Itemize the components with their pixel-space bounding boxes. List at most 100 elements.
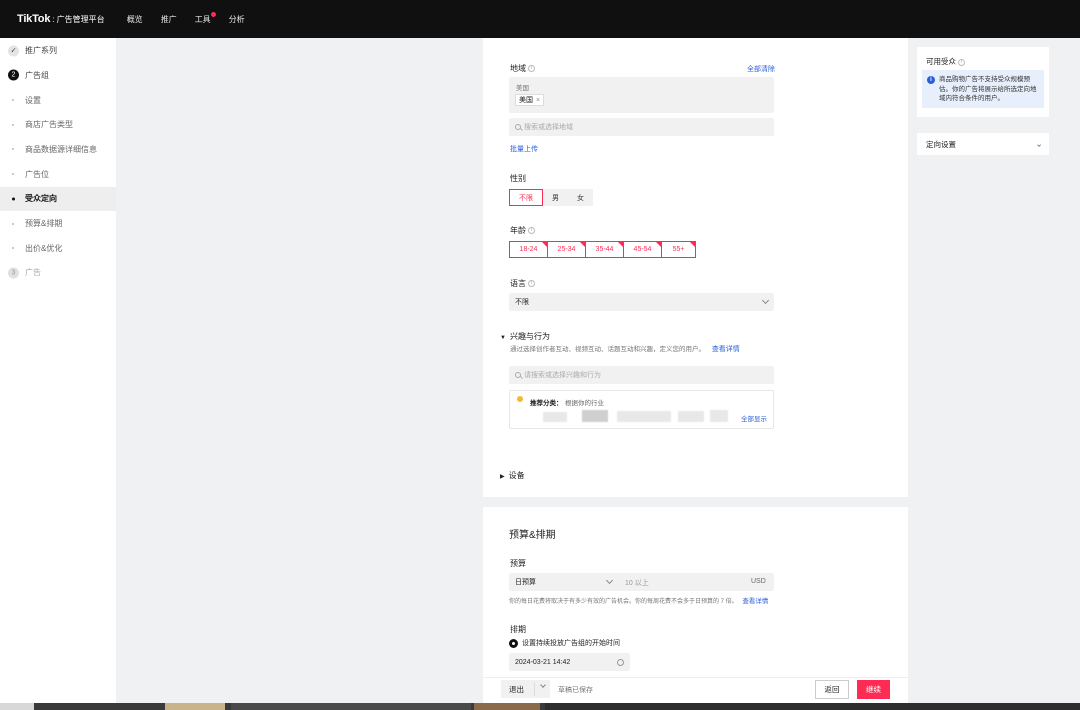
tiktok-logo[interactable]: TikTok : 广告管理平台 bbox=[17, 13, 105, 25]
sidebar-item-label: 设置 bbox=[25, 95, 41, 105]
start-time-picker[interactable]: 2024-03-21 14:42 bbox=[509, 653, 630, 671]
strip-segment bbox=[0, 703, 34, 710]
sidebar-item-bidding[interactable]: 出价&优化 bbox=[0, 236, 116, 261]
show-all-link[interactable]: 全部显示 bbox=[741, 413, 767, 423]
device-title: 设备 bbox=[508, 471, 525, 480]
age-selector: 18-24 25-34 35-44 45-54 55+ bbox=[509, 241, 696, 258]
device-section-toggle[interactable]: ▶ 设备 bbox=[500, 470, 525, 481]
sidebar-item-budget[interactable]: 预算&排期 bbox=[0, 211, 116, 236]
sidebar-item-ad-group[interactable]: 2 广告组 bbox=[0, 63, 116, 88]
info-icon[interactable]: i bbox=[958, 58, 965, 66]
schedule-option-label: 设置持续投放广告组的开始时间 bbox=[522, 640, 620, 647]
blurred-category[interactable] bbox=[678, 411, 704, 422]
back-button[interactable]: 返回 bbox=[815, 680, 849, 699]
interest-search-input[interactable]: 请搜索或选择兴趣和行为 bbox=[509, 366, 774, 384]
logo-text: TikTok bbox=[17, 13, 51, 25]
sidebar-item-label: 出价&优化 bbox=[25, 243, 63, 253]
selected-locations-box: 美国 美国 × bbox=[509, 77, 774, 113]
age-option-35-44[interactable]: 35-44 bbox=[585, 241, 624, 258]
clear-all-link[interactable]: 全部清除 bbox=[747, 64, 775, 74]
sidebar-item-settings[interactable]: 设置 bbox=[0, 88, 116, 113]
budget-section-title: 预算&排期 bbox=[509, 530, 556, 541]
location-search-input[interactable]: 搜索或选择地域 bbox=[509, 118, 774, 136]
dot-icon bbox=[12, 123, 14, 126]
sidebar-item-shop-ad-type[interactable]: 商店广告类型 bbox=[0, 112, 116, 137]
bulk-upload-link[interactable]: 批量上传 bbox=[510, 144, 538, 154]
draft-saved-status: 草稿已保存 bbox=[558, 687, 593, 694]
location-search-placeholder: 搜索或选择地域 bbox=[524, 124, 573, 131]
dot-icon bbox=[12, 247, 14, 250]
age-option-45-54[interactable]: 45-54 bbox=[623, 241, 662, 258]
button-divider bbox=[534, 682, 535, 696]
remove-tag-icon[interactable]: × bbox=[536, 97, 540, 104]
continue-button[interactable]: 继续 bbox=[857, 680, 890, 699]
nav-tools[interactable]: 工具 bbox=[195, 11, 216, 25]
strip-segment bbox=[165, 703, 225, 710]
blurred-category[interactable] bbox=[710, 410, 728, 422]
chevron-down-icon bbox=[605, 576, 614, 585]
nav-promote[interactable]: 推广 bbox=[161, 14, 177, 25]
location-label: 地域 i bbox=[510, 63, 535, 74]
dot-icon bbox=[12, 197, 15, 201]
interest-search-placeholder: 请搜索或选择兴趣和行为 bbox=[524, 372, 601, 379]
age-option-55-plus[interactable]: 55+ bbox=[661, 241, 696, 258]
schedule-radio-option[interactable]: 设置持续投放广告组的开始时间 bbox=[509, 638, 620, 648]
budget-amount-input[interactable]: 10 以上 bbox=[625, 578, 649, 588]
double-chevron-down-icon: ›› bbox=[1034, 143, 1044, 145]
info-icon[interactable]: i bbox=[528, 227, 535, 235]
budget-type-select[interactable]: 日预算 bbox=[509, 573, 618, 591]
interest-section-toggle[interactable]: ▼ 兴趣与行为 bbox=[500, 331, 550, 342]
exit-button[interactable]: 退出 bbox=[501, 680, 550, 698]
sidebar-item-label: 广告组 bbox=[25, 70, 49, 80]
budget-input-group: 日预算 10 以上 USD bbox=[509, 573, 774, 591]
language-label-text: 语言 bbox=[510, 279, 526, 288]
gender-option-female[interactable]: 女 bbox=[568, 189, 593, 206]
action-footer: 退出 草稿已保存 返回 继续 bbox=[483, 677, 908, 703]
interest-description: 通过选择创作者互动、视频互动、话题互动和兴趣，定义您的用户。 查看详情 bbox=[510, 343, 740, 354]
sidebar-item-product-source[interactable]: 商品数据源详细信息 bbox=[0, 137, 116, 162]
interest-details-link[interactable]: 查看详情 bbox=[712, 346, 740, 353]
logo-subtitle: : 广告管理平台 bbox=[52, 15, 105, 24]
location-group-label: 美国 bbox=[516, 85, 529, 92]
nav-overview[interactable]: 概览 bbox=[127, 14, 143, 25]
sidebar-item-placement[interactable]: 广告位 bbox=[0, 162, 116, 187]
age-option-18-24[interactable]: 18-24 bbox=[509, 241, 548, 258]
clock-icon bbox=[617, 658, 624, 666]
language-select-value: 不限 bbox=[515, 299, 529, 306]
gender-option-any[interactable]: 不限 bbox=[509, 189, 543, 206]
info-icon[interactable]: i bbox=[528, 65, 535, 73]
sidebar-item-label: 商品数据源详细信息 bbox=[25, 144, 97, 154]
gender-option-male[interactable]: 男 bbox=[543, 189, 568, 206]
chevron-down-icon bbox=[761, 296, 770, 305]
sidebar-item-targeting[interactable]: 受众定向 bbox=[0, 186, 116, 212]
audience-note-text: 商品购物广告不支持受众规模预估。你的广告将展示给所选定向地域内符合条件的用户。 bbox=[939, 76, 1037, 102]
main-nav: 概览 推广 工具 分析 bbox=[127, 11, 263, 25]
recommend-subtitle: 根据你的行业 bbox=[565, 400, 604, 407]
budget-details-link[interactable]: 查看详情 bbox=[742, 598, 768, 605]
budget-label: 预算 bbox=[510, 559, 526, 568]
check-icon: ✓ bbox=[8, 45, 19, 57]
budget-note-text: 你的每日花费将取决于有多少有效的广告机会。你的每周花费不会多于日预算的 7 倍。 bbox=[509, 599, 738, 605]
age-label: 年龄 i bbox=[510, 225, 535, 236]
language-select[interactable]: 不限 bbox=[509, 293, 774, 311]
sidebar-item-label: 预算&排期 bbox=[25, 219, 63, 229]
targeting-settings-label: 定向设置 bbox=[926, 139, 956, 149]
interest-description-text: 通过选择创作者互动、视频互动、话题互动和兴趣，定义您的用户。 bbox=[510, 346, 705, 353]
dot-icon bbox=[12, 173, 14, 176]
sidebar-item-campaign[interactable]: ✓ 推广系列 bbox=[0, 38, 116, 63]
chevron-down-icon[interactable] bbox=[540, 682, 546, 688]
blurred-category[interactable] bbox=[543, 412, 567, 422]
radio-selected-icon bbox=[509, 638, 518, 648]
bottom-image-strip bbox=[0, 703, 1080, 710]
blurred-category[interactable] bbox=[582, 410, 608, 422]
info-icon[interactable]: i bbox=[528, 280, 535, 288]
step-number-icon: 2 bbox=[8, 69, 19, 81]
age-option-25-34[interactable]: 25-34 bbox=[547, 241, 586, 258]
search-icon bbox=[515, 372, 521, 378]
sidebar-item-ad[interactable]: 3 广告 bbox=[0, 261, 116, 286]
nav-analytics[interactable]: 分析 bbox=[229, 14, 245, 25]
sidebar-item-label: 广告 bbox=[25, 268, 41, 278]
blurred-category[interactable] bbox=[617, 411, 671, 422]
budget-schedule-card: 预算&排期 预算 日预算 10 以上 USD 你的每日花费将取决于有多少有效的广… bbox=[483, 507, 908, 677]
targeting-settings-panel[interactable]: 定向设置 ›› bbox=[917, 133, 1049, 155]
